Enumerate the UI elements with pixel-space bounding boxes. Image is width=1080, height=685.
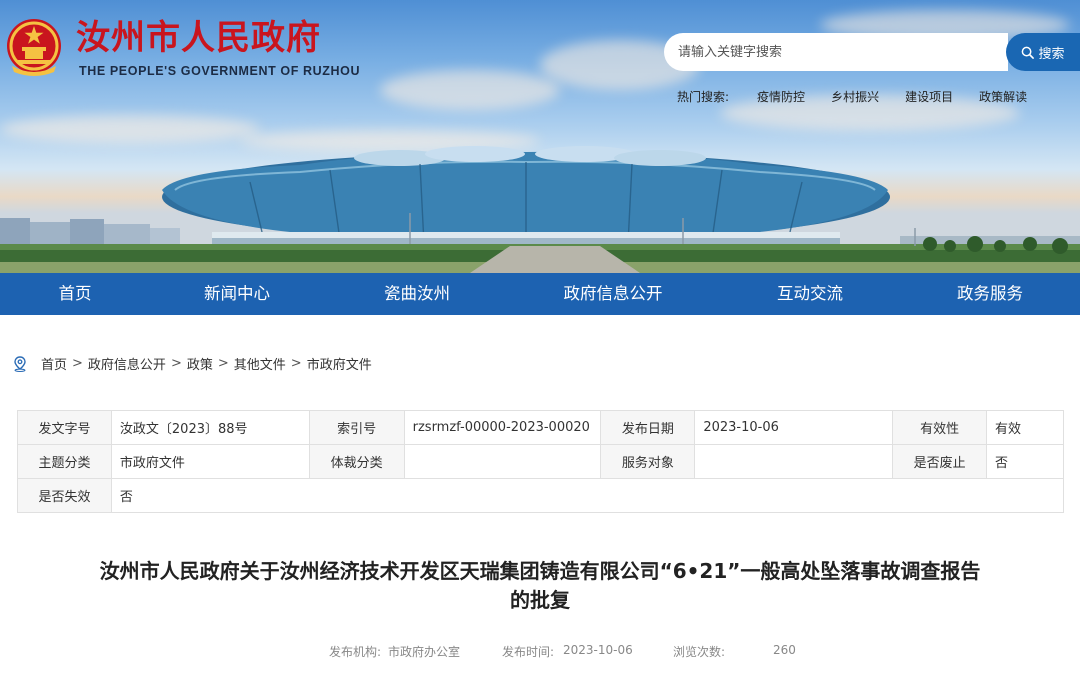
article-title: 汝州市人民政府关于汝州经济技术开发区天瑞集团铸造有限公司“6•21”一般高处坠落…	[20, 557, 1060, 615]
info-value: 2023-10-06	[694, 410, 894, 445]
table-row: 发文字号 汝政文〔2023〕88号 索引号 rzsrmzf-00000-2023…	[17, 410, 1064, 445]
national-emblem-icon	[7, 19, 61, 76]
info-key: 主题分类	[17, 444, 112, 479]
views-label: 浏览次数:	[673, 645, 726, 659]
info-key: 索引号	[308, 410, 405, 445]
breadcrumb-city-docs[interactable]: 市政府文件	[307, 354, 372, 373]
document-info-table: 发文字号 汝政文〔2023〕88号 索引号 rzsrmzf-00000-2023…	[17, 410, 1065, 513]
search-box	[664, 33, 1008, 71]
breadcrumb-home[interactable]: 首页	[41, 354, 67, 373]
breadcrumb-gov-info[interactable]: 政府信息公开	[88, 354, 166, 373]
info-value: rzsrmzf-00000-2023-00020	[403, 410, 602, 445]
nav-item-ciqu-ruzhou[interactable]: 瓷曲汝州	[384, 273, 450, 315]
header-banner: 汝州市人民政府 THE PEOPLE'S GOVERNMENT OF RUZHO…	[0, 0, 1080, 273]
breadcrumb: 首页 > 政府信息公开 > 政策 > 其他文件 > 市政府文件	[13, 354, 372, 373]
main-nav: 首页 新闻中心 瓷曲汝州 政府信息公开 互动交流 政务服务	[0, 273, 1080, 315]
hot-search: 热门搜索: 疫情防控 乡村振兴 建设项目 政策解读	[677, 88, 1053, 105]
hot-search-item[interactable]: 疫情防控	[757, 88, 805, 105]
breadcrumb-policy[interactable]: 政策	[187, 354, 213, 373]
site-subtitle: THE PEOPLE'S GOVERNMENT OF RUZHOU	[79, 64, 361, 78]
info-key: 是否废止	[892, 444, 988, 479]
publisher-value: 市政府办公室	[388, 645, 461, 659]
search-icon	[1022, 46, 1035, 59]
table-row: 主题分类 市政府文件 体裁分类 服务对象 是否废止 否	[17, 444, 1064, 479]
hot-search-item[interactable]: 乡村振兴	[831, 88, 879, 105]
nav-item-home[interactable]: 首页	[59, 273, 92, 315]
nav-item-gov-info[interactable]: 政府信息公开	[564, 273, 663, 315]
article-title-line: 的批复	[510, 588, 570, 612]
breadcrumb-separator: >	[290, 356, 302, 371]
info-value: 市政府文件	[110, 444, 310, 479]
location-pin-icon	[14, 355, 26, 372]
info-value	[694, 444, 894, 479]
hot-search-item[interactable]: 建设项目	[905, 88, 953, 105]
info-key: 是否失效	[17, 478, 112, 513]
nav-item-news[interactable]: 新闻中心	[204, 273, 270, 315]
info-key: 发文字号	[17, 410, 112, 445]
info-value: 否	[986, 444, 1064, 479]
breadcrumb-separator: >	[217, 356, 229, 371]
site-title: 汝州市人民政府	[76, 18, 321, 58]
info-key: 体裁分类	[308, 444, 405, 479]
breadcrumb-other-docs[interactable]: 其他文件	[234, 354, 286, 373]
info-value: 有效	[986, 410, 1064, 445]
breadcrumb-separator: >	[170, 356, 182, 371]
publish-time-label: 发布时间:	[502, 645, 555, 659]
table-row: 是否失效 否	[17, 478, 1065, 513]
article-title-line: 汝州市人民政府关于汝州经济技术开发区天瑞集团铸造有限公司“6•21”一般高处坠落…	[99, 559, 981, 583]
search-button-label: 搜索	[1038, 46, 1065, 62]
info-key: 发布日期	[600, 410, 696, 445]
search-input[interactable]	[664, 33, 1008, 71]
nav-item-services[interactable]: 政务服务	[957, 273, 1023, 315]
publish-time-value: 2023-10-06	[563, 643, 633, 657]
hot-search-item[interactable]: 政策解读	[979, 88, 1027, 105]
views-value: 260	[773, 643, 796, 657]
info-value: 汝政文〔2023〕88号	[110, 410, 310, 445]
info-value: 否	[110, 478, 1065, 513]
info-key: 服务对象	[600, 444, 696, 479]
search-button[interactable]: 搜索	[1006, 33, 1080, 71]
nav-item-interaction[interactable]: 互动交流	[777, 273, 843, 315]
info-value	[403, 444, 602, 479]
info-key: 有效性	[892, 410, 988, 445]
publisher-label: 发布机构:	[329, 645, 382, 659]
breadcrumb-separator: >	[72, 356, 83, 371]
hot-search-label: 热门搜索:	[677, 90, 730, 104]
